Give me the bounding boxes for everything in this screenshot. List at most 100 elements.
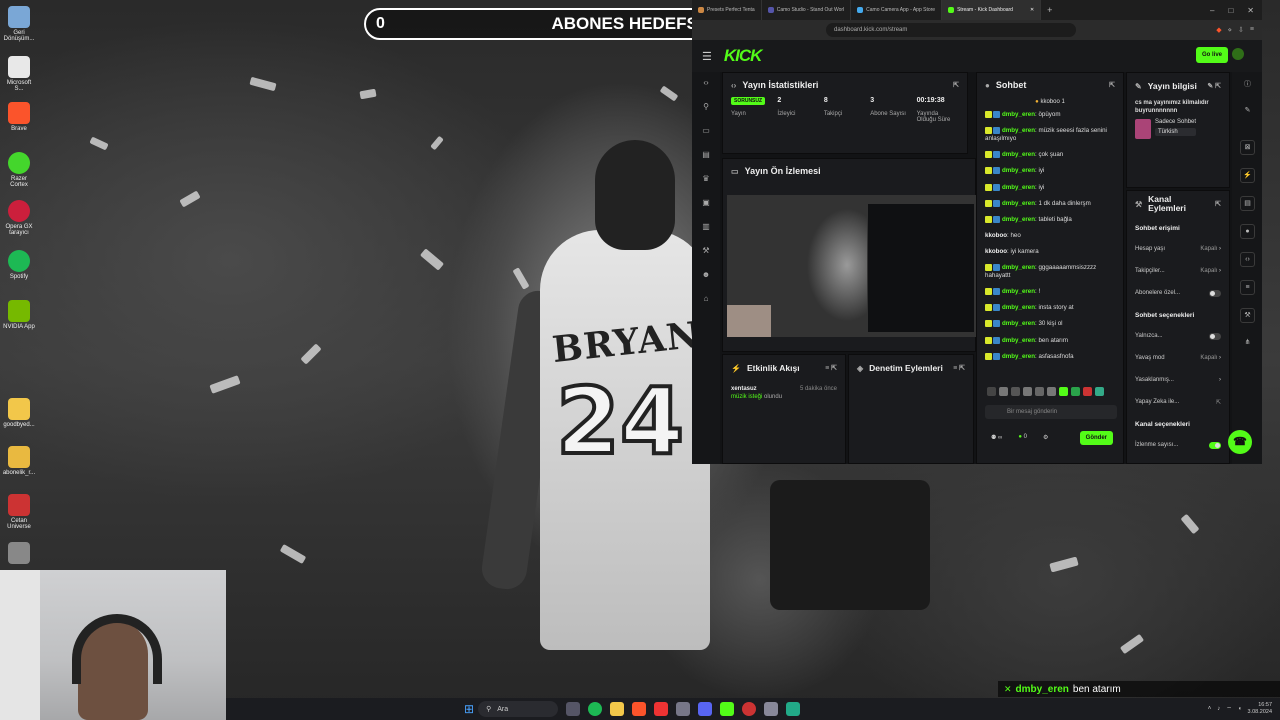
chat-username[interactable]: dmby_eren — [1002, 216, 1035, 223]
emote-icon[interactable] — [1071, 387, 1080, 396]
maximize-icon[interactable]: □ — [1228, 6, 1233, 15]
chat-username[interactable]: dmby_eren — [1002, 127, 1035, 134]
settings-icon[interactable] — [676, 702, 691, 716]
emote-icon[interactable] — [1047, 387, 1056, 396]
obs-icon[interactable] — [742, 702, 757, 716]
app-icon[interactable] — [654, 702, 669, 716]
gear-app-icon[interactable] — [764, 702, 779, 716]
steam-icon[interactable] — [786, 702, 801, 716]
stream-preview-video[interactable] — [727, 195, 977, 337]
emote-icon[interactable] — [1083, 387, 1092, 396]
monitor-icon[interactable]: ▭ — [700, 126, 712, 136]
desktop-icon-file[interactable]: Microsoft S... — [2, 56, 36, 92]
wrench-tool-icon[interactable]: ⚒ — [1240, 308, 1255, 323]
settings-gear-icon[interactable]: ⚙ — [1043, 434, 1048, 441]
subs-only-toggle[interactable] — [1209, 289, 1221, 297]
link-icon[interactable]: ⚲ — [700, 102, 712, 112]
emote-icon[interactable] — [1059, 387, 1068, 396]
emote-icon[interactable] — [1035, 387, 1044, 396]
emote-icon[interactable] — [987, 387, 996, 396]
video-icon[interactable]: ▣ — [700, 198, 712, 208]
code-tool-icon[interactable]: ‹› — [1240, 252, 1255, 267]
extension-icon[interactable]: ⋄ — [1228, 26, 1232, 34]
desktop-icon-app[interactable] — [2, 542, 36, 566]
discord-icon[interactable] — [698, 702, 713, 716]
doc-icon[interactable]: ▤ — [1240, 196, 1255, 211]
network-icon[interactable]: ⌔ — [1226, 705, 1232, 713]
mic-icon[interactable]: ♪ — [1217, 706, 1220, 712]
popout-icon[interactable]: ⇱ — [953, 81, 959, 89]
chat-username[interactable]: dmby_eren — [1002, 288, 1035, 295]
chat-tool-icon[interactable]: ● — [1240, 224, 1255, 239]
chart-icon[interactable]: ▤ — [700, 150, 712, 160]
pencil-icon[interactable]: ✎ — [1240, 104, 1255, 119]
chat-username[interactable]: dmby_eren — [1002, 337, 1035, 344]
chat-input[interactable]: Bir mesaj gönderin — [985, 405, 1117, 419]
filter-icon[interactable]: ≡ ⇱ — [953, 364, 965, 372]
filter-icon[interactable]: ≡ ⇱ — [825, 364, 837, 372]
browser-tab-active[interactable]: Stream - Kick Dashboard ✕ — [942, 0, 1042, 20]
file-explorer-icon[interactable] — [610, 702, 625, 716]
windows-start-icon[interactable]: ⊞ — [464, 702, 474, 716]
bolt-tool-icon[interactable]: ⚡ — [1240, 168, 1255, 183]
trophy-icon[interactable]: ♛ — [700, 174, 712, 184]
emote-icon[interactable] — [1011, 387, 1020, 396]
popout-icon[interactable]: ⇱ — [1109, 81, 1115, 89]
followers-only-setting[interactable]: Takipçiler... Kapalı › — [1127, 260, 1229, 282]
only-toggle[interactable] — [1209, 332, 1221, 340]
help-chat-button[interactable]: ☎ — [1228, 430, 1252, 454]
taskbar-search[interactable]: ⚲ Ara — [478, 701, 559, 717]
send-button[interactable]: Gönder — [1079, 431, 1113, 445]
download-icon[interactable]: ⇩ — [1238, 26, 1244, 34]
list-icon[interactable]: ≡ — [1240, 280, 1255, 295]
close-tab-icon[interactable]: ✕ — [1030, 7, 1034, 13]
desktop-icon-razer[interactable]: Razer Cortex — [2, 152, 36, 188]
desktop-icon-game[interactable]: Cetan Universe — [2, 494, 36, 530]
menu-icon[interactable]: ≡ — [1250, 26, 1254, 34]
browser-tab[interactable]: Presets Perfect Tenta — [692, 0, 762, 20]
bank-icon[interactable]: ⌂ — [700, 294, 712, 304]
volume-icon[interactable]: ◖ — [1238, 706, 1242, 712]
tool-icon[interactable]: ⊠ — [1240, 140, 1255, 155]
desktop-icon-opera-gx[interactable]: Opera GX tarayıcı — [2, 200, 36, 236]
chat-username[interactable]: dmby_eren — [1002, 151, 1035, 158]
desktop-icon-folder-2[interactable]: abonelik_r... — [2, 446, 36, 476]
chat-username[interactable]: dmby_eren — [1002, 264, 1035, 271]
brave-shield-icon[interactable]: ◆ — [1216, 26, 1221, 34]
slow-mode-setting[interactable]: Yavaş mod Kapalı › — [1127, 347, 1229, 369]
spotify-icon[interactable] — [588, 702, 603, 716]
share-icon[interactable]: ⋔ — [1240, 336, 1255, 351]
browser-tab[interactable]: Camo Studio - Stand Out Worl — [762, 0, 852, 20]
new-tab-icon[interactable]: + — [1041, 5, 1052, 15]
chevron-up-icon[interactable]: ˄ — [1208, 706, 1212, 712]
minimize-icon[interactable]: – — [1210, 6, 1214, 15]
chat-username[interactable]: dmby_eren — [1002, 168, 1035, 175]
desktop-icon-brave[interactable]: Brave — [2, 102, 36, 132]
chat-username[interactable]: kkoboo — [985, 248, 1007, 255]
go-live-button[interactable]: Go live — [1195, 47, 1228, 63]
back-icon[interactable]: ‹› — [700, 78, 712, 88]
close-window-icon[interactable]: ✕ — [1247, 6, 1254, 15]
chat-username[interactable]: dmby_eren — [1002, 184, 1035, 191]
chat-username[interactable]: dmby_eren — [1002, 200, 1035, 207]
wrench-icon[interactable]: ⚒ — [700, 246, 712, 256]
popout-icon[interactable]: ⇱ — [1215, 200, 1221, 208]
hamburger-menu-icon[interactable]: ☰ — [702, 50, 712, 63]
info-icon[interactable]: ⓘ — [1240, 78, 1255, 93]
desktop-icon-recycle-bin[interactable]: Geri Dönüşüm... — [2, 6, 36, 42]
kick-app-icon[interactable] — [720, 702, 735, 716]
chat-username[interactable]: dmby_eren — [1002, 321, 1035, 328]
account-age-setting[interactable]: Hesap yaşı Kapalı › — [1127, 238, 1229, 260]
desktop-icon-nvidia[interactable]: NVIDIA App — [2, 300, 36, 330]
chat-username[interactable]: kkoboo — [985, 232, 1007, 239]
clock[interactable]: 16:57 3.08.2024 — [1248, 702, 1272, 716]
avatar[interactable] — [1232, 48, 1244, 60]
chat-username[interactable]: dmby_eren — [1002, 353, 1035, 360]
banned-setting[interactable]: Yasaklanmış... › — [1127, 369, 1229, 391]
desktop-icon-folder[interactable]: goodbyed... — [2, 398, 36, 428]
emote-icon[interactable] — [1095, 387, 1104, 396]
emote-icon[interactable] — [999, 387, 1008, 396]
ai-setting[interactable]: Yapay Zeka ile... ⇱ — [1127, 391, 1229, 413]
users-icon[interactable]: ☻ — [700, 270, 712, 280]
edit-icon[interactable]: ✎ ⇱ — [1207, 82, 1221, 90]
